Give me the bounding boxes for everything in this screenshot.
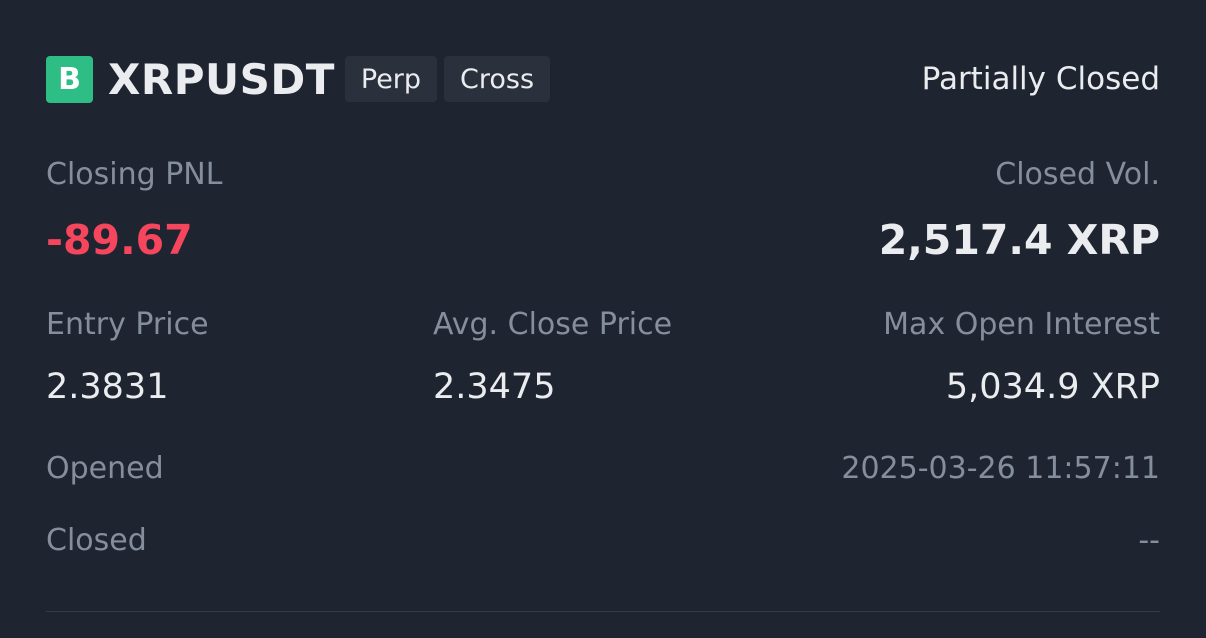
avg-close-price-label: Avg. Close Price [433, 307, 673, 342]
closed-vol-label: Closed Vol. [995, 157, 1160, 192]
tag-contract-type: Perp [344, 56, 438, 102]
closed-vol-value: 2,517.4 XRP [878, 216, 1160, 264]
position-header: B XRPUSDT Perp Cross Partially Closed [46, 54, 1160, 104]
max-open-interest-value: 5,034.9 XRP [945, 367, 1160, 407]
position-status: Partially Closed [921, 61, 1160, 97]
divider [46, 611, 1160, 612]
closed-time-value: -- [1138, 523, 1160, 558]
entry-price-label: Entry Price [46, 307, 209, 342]
closed-label: Closed [46, 523, 147, 558]
closing-pnl-label: Closing PNL [46, 157, 223, 192]
opened-time-value: 2025-03-26 11:57:11 [841, 451, 1160, 486]
opened-label: Opened [46, 451, 164, 486]
max-open-interest-label: Max Open Interest [883, 307, 1160, 342]
closing-pnl-value: -89.67 [46, 216, 193, 264]
tag-margin-mode: Cross [444, 56, 551, 102]
side-badge: B [46, 55, 93, 103]
position-history-card[interactable]: B XRPUSDT Perp Cross Partially Closed Cl… [0, 0, 1206, 638]
entry-price-value: 2.3831 [46, 367, 169, 407]
avg-close-price-value: 2.3475 [433, 367, 556, 407]
symbol-title: XRPUSDT [108, 54, 335, 104]
